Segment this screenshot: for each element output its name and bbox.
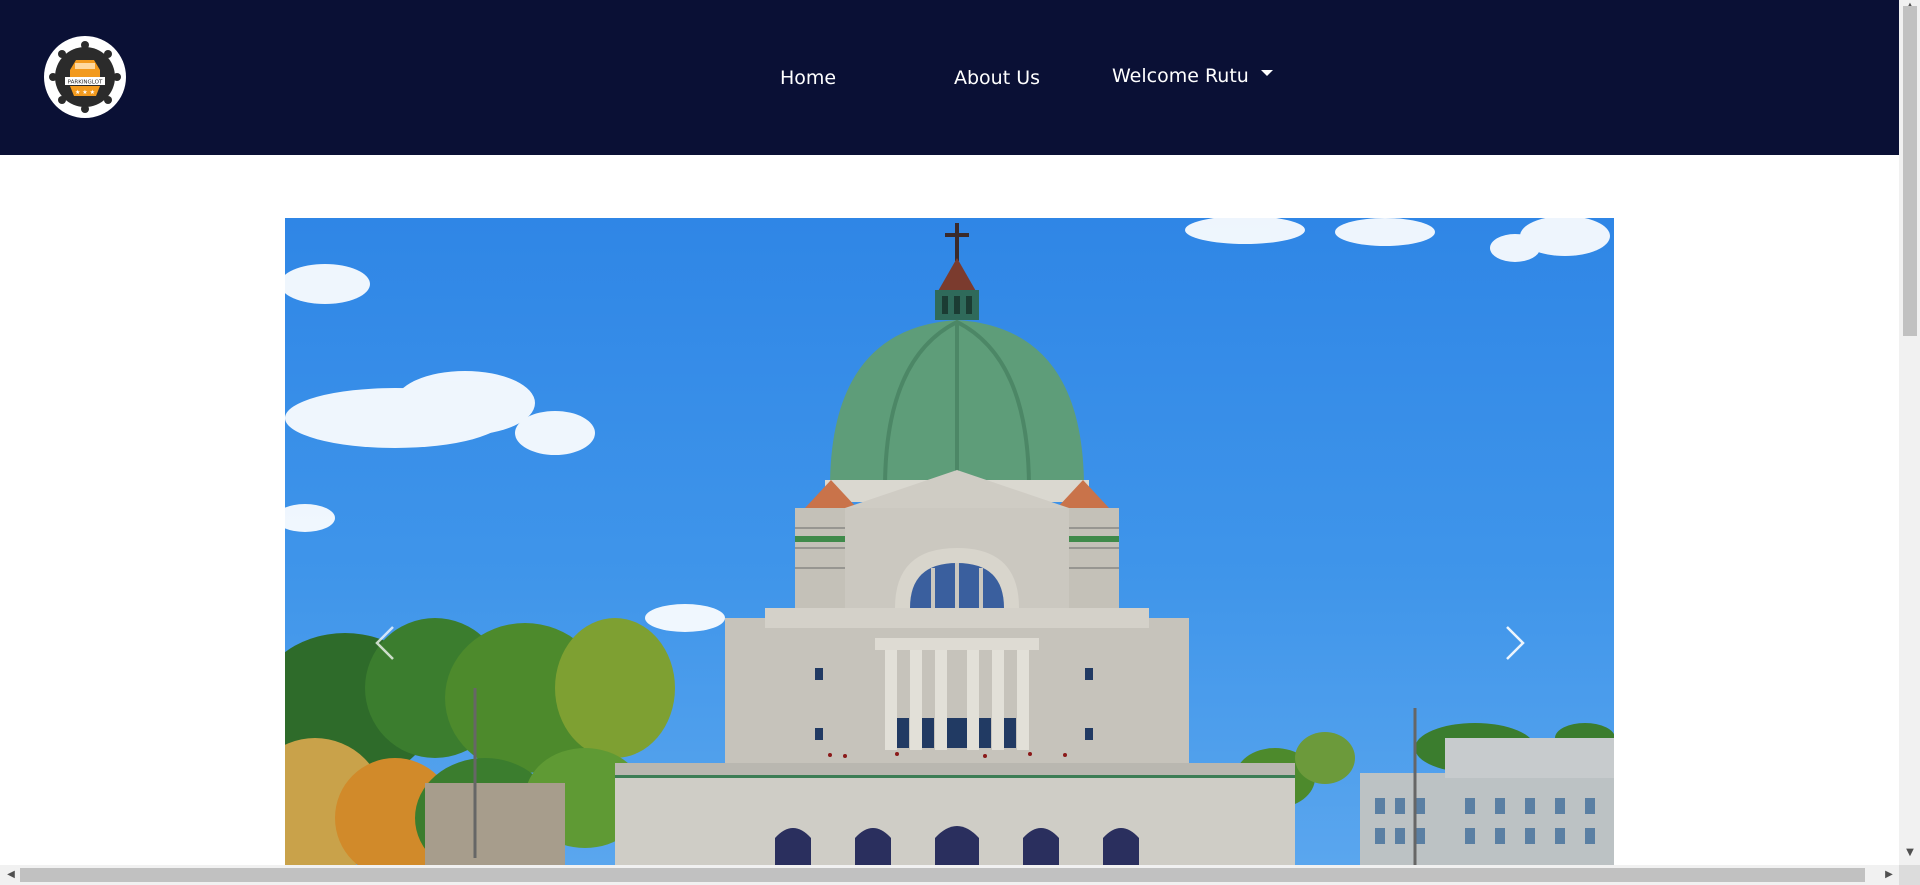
site-logo[interactable]: PARKINGLOT ★ ★ ★ (44, 36, 126, 118)
scroll-left-icon[interactable]: ◀ (4, 868, 18, 882)
carousel-next-button[interactable] (1485, 613, 1545, 673)
nav-home-link[interactable]: Home (780, 66, 836, 90)
nav-about-label: About Us (954, 67, 1041, 89)
page: PARKINGLOT ★ ★ ★ Home About Us Welcome R… (0, 0, 1920, 885)
logo-text: PARKINGLOT (68, 80, 103, 86)
chevron-left-icon (375, 626, 394, 660)
parking-logo-icon: PARKINGLOT ★ ★ ★ (49, 41, 121, 113)
vertical-scrollbar-thumb[interactable] (1903, 6, 1917, 336)
scroll-right-icon[interactable]: ▶ (1882, 868, 1896, 882)
carousel-prev-button[interactable] (355, 613, 415, 673)
scroll-down-icon[interactable]: ▼ (1903, 846, 1917, 860)
caret-down-icon (1260, 69, 1273, 76)
chevron-right-icon (1506, 626, 1525, 660)
top-navbar: PARKINGLOT ★ ★ ★ Home About Us Welcome R… (0, 0, 1899, 155)
svg-text:★ ★ ★: ★ ★ ★ (75, 89, 95, 96)
nav-home-label: Home (780, 67, 837, 89)
oratory-slide-image (285, 218, 1614, 865)
image-carousel[interactable] (285, 218, 1614, 865)
horizontal-scrollbar-thumb[interactable] (20, 868, 1865, 882)
nav-about-link[interactable]: About Us (954, 66, 1040, 90)
user-menu-dropdown[interactable]: Welcome Rutu (1112, 64, 1273, 88)
scrollbar-corner (1899, 865, 1920, 885)
user-menu-label: Welcome Rutu (1112, 65, 1249, 87)
